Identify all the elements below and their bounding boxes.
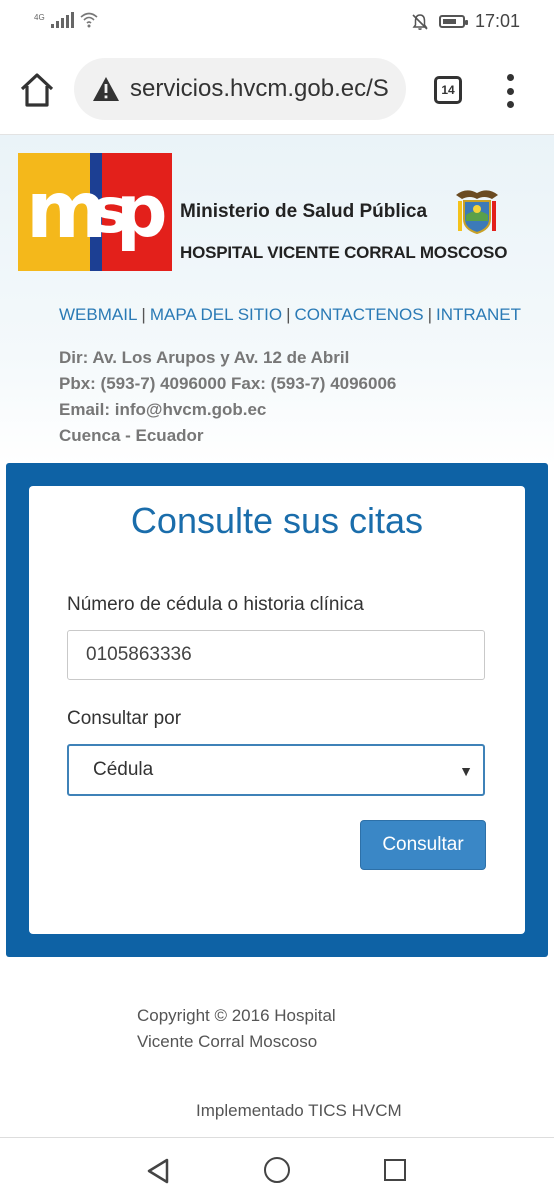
form-title: Consulte sus citas	[130, 500, 424, 541]
back-icon[interactable]	[146, 1158, 170, 1184]
query-by-value: Cédula	[93, 759, 154, 780]
coat-of-arms-icon	[456, 190, 498, 235]
city-text: Cuenca - Ecuador	[59, 426, 204, 445]
status-time: 17:01	[474, 11, 520, 31]
contact-info: Dir: Av. Los Arupos y Av. 12 de Abril Pb…	[59, 345, 396, 449]
intranet-link[interactable]: INTRANET	[436, 305, 521, 324]
email-text: Email: info@hvcm.gob.ec	[59, 400, 267, 419]
system-navbar	[0, 1137, 554, 1201]
phone-text: Pbx: (593-7) 4096000 Fax: (593-7) 409600…	[59, 374, 397, 393]
battery-icon	[438, 15, 468, 28]
url-text[interactable]: servicios.hvcm.gob.ec/S	[130, 75, 389, 103]
query-by-select[interactable]: Cédula ▼	[67, 744, 485, 796]
more-menu-icon[interactable]	[500, 74, 520, 108]
caret-down-icon: ▼	[459, 763, 473, 779]
muted-bell-icon	[412, 13, 428, 30]
contact-link[interactable]: CONTACTENOS	[295, 305, 424, 324]
tab-switcher-button[interactable]: 14	[434, 76, 462, 104]
network-type: 4G	[34, 13, 45, 22]
home-icon[interactable]	[18, 72, 56, 108]
address-bar[interactable]: servicios.hvcm.gob.ec/S	[74, 58, 406, 120]
sitemap-link[interactable]: MAPA DEL SITIO	[150, 305, 282, 324]
query-by-label: Consultar por	[67, 708, 182, 729]
implemented-by: Implementado TICS HVCM	[196, 1101, 402, 1120]
status-bar: 4G 17:01	[0, 0, 554, 44]
home-nav-icon[interactable]	[264, 1157, 290, 1183]
recents-icon[interactable]	[384, 1159, 406, 1181]
wifi-icon	[80, 12, 98, 28]
appointments-panel: Consulte sus citas Número de cédula o hi…	[6, 463, 548, 957]
webmail-link[interactable]: WEBMAIL	[59, 305, 137, 324]
consultar-button[interactable]: Consultar	[360, 820, 486, 870]
status-left: 4G	[34, 12, 98, 28]
address-text: Dir: Av. Los Arupos y Av. 12 de Abril	[59, 348, 350, 367]
warning-icon[interactable]	[92, 76, 120, 102]
msp-logo: m s p	[18, 153, 172, 271]
signal-icon	[50, 12, 74, 28]
id-label: Número de cédula o historia clínica	[67, 594, 364, 615]
id-input[interactable]	[67, 630, 485, 680]
copyright: Copyright © 2016 Hospital Vicente Corral…	[137, 1006, 336, 1051]
org-name: Ministerio de Salud Pública	[180, 201, 428, 222]
web-page: m s p Ministerio de Salud Pública HOSPIT…	[0, 135, 554, 1137]
status-right: 17:01	[411, 11, 520, 32]
hospital-name: HOSPITAL VICENTE CORRAL MOSCOSO	[180, 243, 508, 262]
appointments-form: Consulte sus citas Número de cédula o hi…	[29, 486, 525, 934]
top-links: WEBMAIL | MAPA DEL SITIO | CONTACTENOS | INTRA…	[59, 305, 522, 324]
browser-toolbar: servicios.hvcm.gob.ec/S 14	[0, 44, 554, 135]
